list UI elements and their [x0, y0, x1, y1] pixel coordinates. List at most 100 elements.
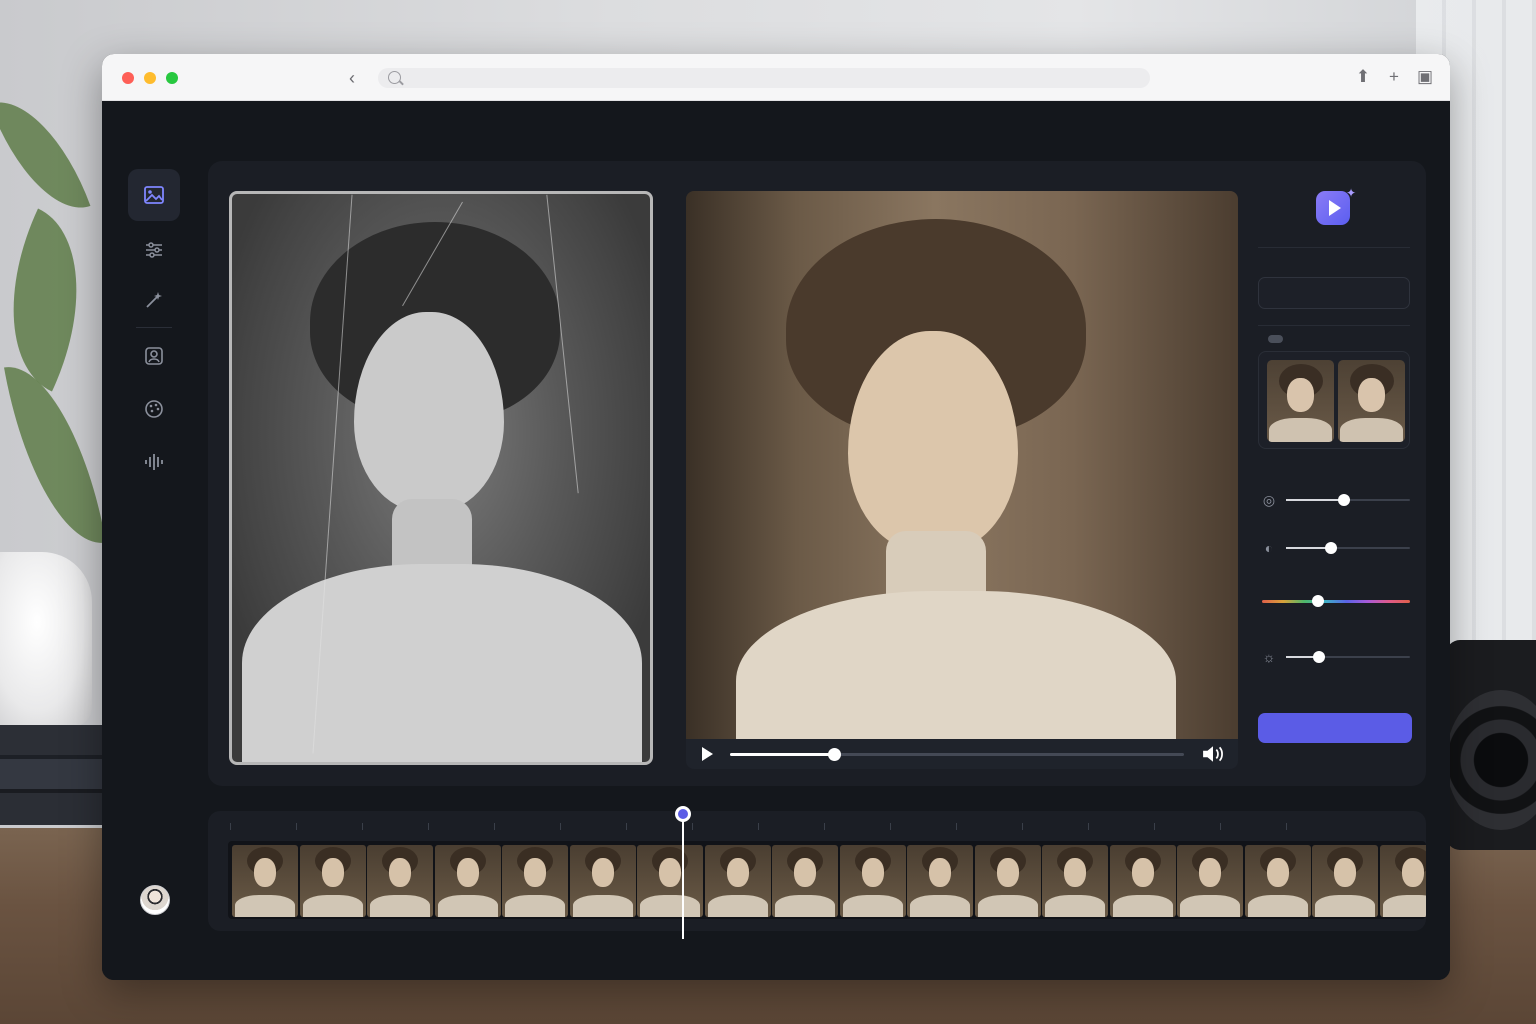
brightness-slider[interactable]: ☼: [1258, 647, 1410, 667]
volume-icon[interactable]: [1202, 745, 1224, 763]
close-window-button[interactable]: [122, 72, 134, 84]
minimize-window-button[interactable]: [144, 72, 156, 84]
audio-tool-button[interactable]: [128, 436, 180, 488]
timeline-tick: [362, 823, 363, 830]
contrast-slider[interactable]: ◐: [1258, 538, 1410, 558]
image-tool-button[interactable]: [128, 169, 180, 221]
slider-handle[interactable]: [1313, 651, 1326, 663]
timeline-frame[interactable]: [907, 845, 973, 917]
timeline-tick: [824, 823, 825, 830]
playhead-handle[interactable]: [675, 806, 692, 822]
timeline-frame[interactable]: [569, 845, 636, 917]
image-icon: [144, 186, 164, 204]
timeline-tick: [956, 823, 957, 830]
timeline-frame[interactable]: [1042, 845, 1108, 917]
playhead[interactable]: [682, 811, 685, 939]
zoom-window-button[interactable]: [166, 72, 178, 84]
palette-icon: [145, 400, 163, 418]
timeline-frame[interactable]: [1244, 845, 1311, 917]
timeline-frame[interactable]: [434, 845, 501, 917]
adjust-tool-button[interactable]: [128, 224, 180, 276]
variant-thumbnail[interactable]: [1267, 360, 1334, 442]
variant-thumbnail[interactable]: [1338, 360, 1405, 442]
color-tool-button[interactable]: [128, 383, 180, 435]
app-area: ✦ ◎ ◐ ☼: [102, 101, 1450, 980]
brightness-icon: ☼: [1262, 649, 1276, 665]
timeline-frame[interactable]: [1379, 845, 1426, 917]
section-chip: [1268, 335, 1283, 343]
timeline-tick: [1022, 823, 1023, 830]
magic-wand-icon: [146, 292, 162, 308]
editor-panel: ✦ ◎ ◐ ☼: [208, 161, 1426, 786]
timeline-frame[interactable]: [1312, 845, 1378, 917]
timeline-tick: [1220, 823, 1221, 830]
timeline-frame[interactable]: [1177, 845, 1243, 917]
timeline-frame[interactable]: [232, 845, 298, 917]
timeline-frame[interactable]: [1109, 845, 1176, 917]
back-icon[interactable]: ‹: [342, 68, 362, 88]
slider-handle[interactable]: [1338, 494, 1351, 506]
timeline-frame[interactable]: [974, 845, 1041, 917]
timeline-frame[interactable]: [704, 845, 771, 917]
portrait-blouse: [242, 564, 642, 762]
plant-pot: [0, 552, 92, 727]
timeline-tick: [428, 823, 429, 830]
portrait-face: [354, 312, 504, 512]
timeline-tick: [626, 823, 627, 830]
title-bar: ‹ ⬆ + ▣: [102, 54, 1450, 101]
generate-button[interactable]: [1258, 713, 1412, 743]
address-bar[interactable]: [378, 68, 1150, 88]
timeline-frame[interactable]: [502, 845, 568, 917]
portrait-face: [848, 331, 1018, 553]
original-photo: [229, 191, 653, 765]
timeline-tick: [890, 823, 891, 830]
search-icon: [388, 71, 401, 84]
hue-slider[interactable]: [1258, 591, 1410, 611]
timeline-tick: [692, 823, 693, 830]
video-player-bar: [686, 739, 1238, 769]
exposure-slider[interactable]: ◎: [1258, 490, 1410, 510]
slider-handle[interactable]: [1324, 542, 1337, 554]
waveform-icon: [145, 454, 163, 470]
timeline[interactable]: [208, 806, 1426, 939]
share-icon[interactable]: ⬆: [1352, 66, 1374, 88]
tabs-icon[interactable]: ▣: [1414, 66, 1436, 88]
video-sparkle-logo-icon: [1316, 191, 1350, 225]
timeline-tick: [560, 823, 561, 830]
new-tab-icon[interactable]: +: [1383, 66, 1405, 88]
left-toolbar: [126, 161, 182, 951]
face-tool-button[interactable]: [128, 330, 180, 382]
timeline-frames: [228, 841, 1426, 919]
timeline-tick: [1088, 823, 1089, 830]
sliders-icon: [146, 242, 162, 258]
timeline-frame[interactable]: [299, 845, 366, 917]
timeline-tick: [1154, 823, 1155, 830]
seek-handle[interactable]: [828, 748, 842, 761]
restored-photo: [686, 191, 1238, 739]
timeline-frame[interactable]: [367, 845, 433, 917]
hue-icon: [1262, 595, 1410, 607]
enhance-tool-button[interactable]: [128, 274, 180, 326]
prompt-input[interactable]: [1258, 277, 1410, 309]
controls-divider: [1258, 325, 1410, 326]
play-icon[interactable]: [702, 747, 713, 761]
avatar[interactable]: [140, 885, 170, 915]
seek-bar[interactable]: [730, 748, 1184, 761]
exposure-icon: ◎: [1262, 492, 1276, 508]
portrait-blouse: [736, 591, 1176, 739]
timeline-tick: [494, 823, 495, 830]
contrast-icon: ◐: [1264, 540, 1274, 556]
portrait-icon: [145, 347, 163, 365]
timeline-frame[interactable]: [839, 845, 906, 917]
variant-thumbnails: [1258, 351, 1410, 449]
browser-window: ‹ ⬆ + ▣ ✦ ◎ ◐ ☼: [102, 54, 1450, 980]
toolbar-divider: [136, 327, 172, 328]
books-stack: [0, 725, 102, 825]
timeline-frame[interactable]: [637, 845, 703, 917]
timeline-frame[interactable]: [772, 845, 838, 917]
sparkle-icon: ✦: [1346, 186, 1357, 200]
controls-panel: ✦ ◎ ◐ ☼: [1258, 161, 1412, 786]
timeline-tick: [230, 823, 231, 830]
controls-divider: [1258, 247, 1410, 248]
slider-handle[interactable]: [1312, 595, 1325, 607]
